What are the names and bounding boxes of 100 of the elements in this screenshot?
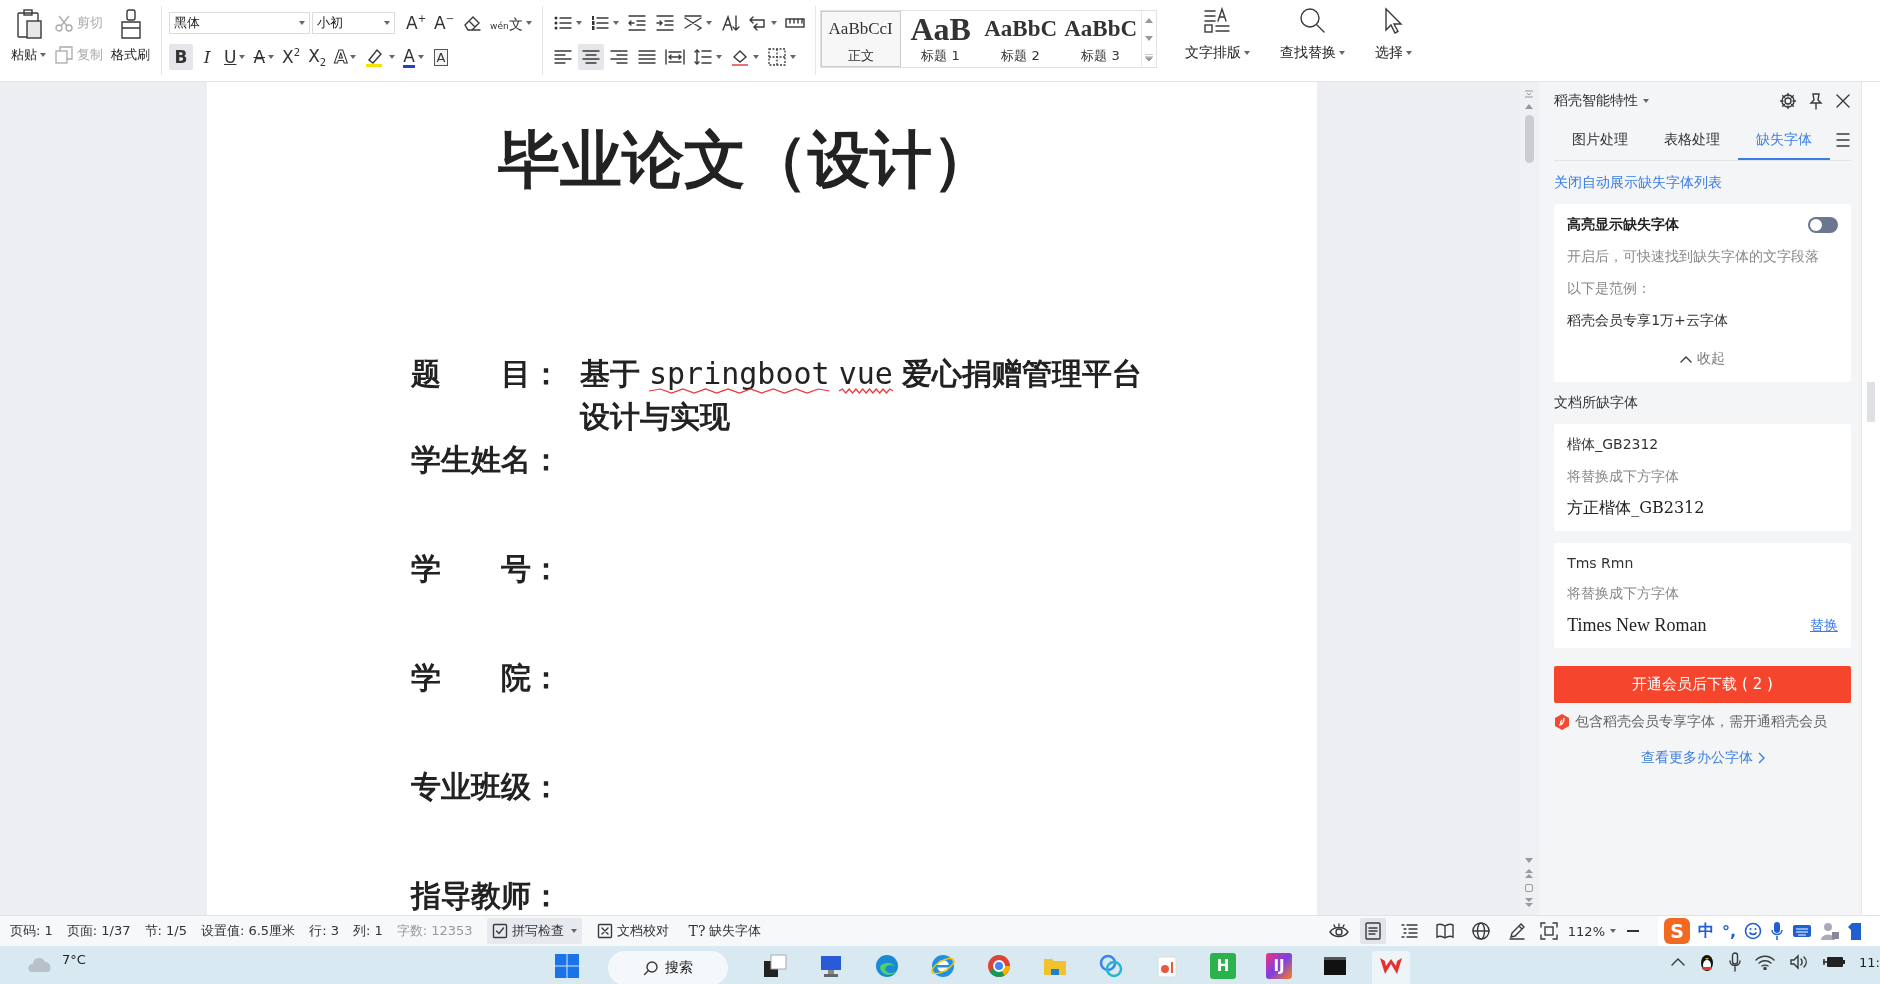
field-label: 题 目： (411, 355, 562, 393)
scroll-up-icon (1525, 104, 1534, 109)
status-info: 列: 1 (352, 922, 383, 940)
select-button[interactable]: 选择 (1370, 4, 1416, 77)
scrollbar-thumb[interactable] (1524, 115, 1534, 163)
document-title: 毕业论文（设计） (497, 122, 995, 198)
color-button[interactable]: A (400, 44, 427, 70)
zoom-dropdown[interactable]: 112% (1567, 923, 1616, 939)
ime-punctuation[interactable]: °, (1722, 921, 1737, 941)
close-icon (1835, 93, 1851, 109)
grow-button[interactable]: A$^{+}$ (403, 10, 430, 36)
underline-button[interactable]: U (221, 44, 249, 70)
section-heading: 文档所缺字体 (1554, 394, 1640, 412)
panel-title-dropdown[interactable]: 稻壳智能特性 (1554, 92, 1650, 110)
download-button[interactable]: 开通会员后下载 ( 2 ) (1554, 666, 1851, 703)
scrollbar-thumb[interactable] (1867, 382, 1875, 422)
scroll-down-icon (1525, 858, 1534, 863)
app-badge: H (1210, 953, 1236, 979)
style-preset[interactable]: AaBbC 标题 2 (980, 11, 1061, 67)
distribute-icon (664, 47, 685, 67)
format-painter-button[interactable]: 格式刷 (107, 6, 154, 75)
italic-button[interactable]: I (195, 44, 219, 70)
weather-temperature: 7°C (62, 952, 86, 967)
copy-icon (54, 46, 74, 64)
settings-icon (1779, 92, 1797, 110)
monitor-icon (818, 953, 844, 979)
taskbar-search[interactable]: 搜索 (608, 951, 728, 984)
pinyin-button[interactable]: wén文 (487, 10, 535, 36)
status-info: 行: 3 (309, 922, 339, 940)
replacement-font: Times New Roman (1567, 615, 1707, 636)
caret-icon (1643, 99, 1650, 103)
align-center-icon (580, 47, 601, 67)
example-label: 以下是范例： (1567, 280, 1653, 298)
ime-mode[interactable]: 中 (1698, 920, 1714, 942)
edge-browser-icon (874, 953, 900, 979)
hexagon-leaf-icon (1554, 713, 1571, 731)
previous-page-icon (1525, 869, 1534, 878)
text-layout-button[interactable]: 文字排版 (1180, 4, 1254, 77)
paste-button[interactable]: 粘贴 (7, 6, 50, 75)
align-center-button[interactable] (577, 44, 604, 70)
chrome-browser-icon (986, 953, 1012, 979)
windows-icon (554, 953, 580, 979)
panel-tab[interactable]: 缺失字体 (1738, 122, 1831, 160)
setting-description: 开启后，可快速找到缺失字体的文字段落 (1567, 248, 1821, 266)
style-preset[interactable]: AaBbCcI 正文 (820, 11, 901, 67)
caret-icon (1610, 929, 1616, 933)
caret-icon (299, 21, 305, 25)
status-info: 节: 1/5 (144, 922, 187, 940)
field-label: 指导教师： (411, 877, 562, 915)
scroll-down-icon (1144, 35, 1153, 41)
chevron-up-icon (1671, 957, 1686, 967)
speaker-icon (1789, 954, 1810, 970)
more-fonts-link[interactable]: 查看更多办公字体 (1640, 749, 1765, 767)
missing-font-button[interactable]: T? 缺失字体 (683, 918, 767, 944)
field-label: 学 号： (411, 550, 562, 588)
collapse-button[interactable]: 收起 (1680, 350, 1726, 368)
find-button[interactable]: 查找替换 (1275, 4, 1349, 77)
font-name-dropdown[interactable]: 黑体 (169, 12, 310, 34)
font-size-dropdown[interactable]: 小初 (312, 12, 395, 34)
style-preset[interactable]: AaB 标题 1 (900, 11, 981, 67)
search-icon (643, 960, 659, 976)
style-preset[interactable]: AaBbC 标题 3 (1060, 11, 1141, 67)
wifi-icon (1755, 954, 1776, 970)
align-left-icon (552, 47, 573, 67)
app-badge: IJ (1266, 953, 1292, 979)
auto-show-link[interactable]: 关闭自动展示缺失字体列表 (1554, 174, 1851, 192)
toggle-switch[interactable] (1808, 217, 1838, 233)
check-box-icon (491, 923, 508, 939)
panel-tab[interactable]: 图片处理 (1554, 122, 1647, 160)
next-page-icon (1525, 898, 1534, 907)
bold-button[interactable]: B (169, 44, 193, 70)
field-value: 设计与实现 (580, 398, 731, 436)
proofread-button[interactable]: 文档校对 (591, 918, 674, 944)
setting-title: 高亮显示缺失字体 (1567, 216, 1680, 234)
person-icon (1820, 921, 1841, 941)
outline-button[interactable]: A (331, 44, 360, 70)
align-right-icon (608, 47, 629, 67)
boxed-button[interactable]: A (428, 44, 453, 70)
superscript-button[interactable]: X$^{2}$ (279, 44, 304, 70)
shrink-button[interactable]: A$^{−}$ (431, 10, 458, 36)
page-view-button[interactable] (1359, 918, 1386, 944)
caret-icon (384, 21, 390, 25)
pen-icon (1506, 921, 1527, 941)
subscript-button[interactable]: X$_{2}$ (305, 44, 330, 70)
justify-icon (636, 47, 657, 67)
replace-link[interactable]: 替换 (1810, 616, 1838, 635)
battery-icon (1823, 955, 1846, 969)
spellcheck-button[interactable]: 拼写检查 (486, 918, 582, 944)
globe-icon (1470, 921, 1491, 941)
taskbar-app[interactable]: IJ (1260, 951, 1298, 984)
panel-tab[interactable]: 表格处理 (1646, 122, 1739, 160)
status-info: 页面: 1/37 (66, 922, 131, 940)
text-layout-icon (1202, 6, 1233, 36)
decrease-indent-icon (626, 13, 647, 33)
strike-button[interactable]: A (250, 44, 278, 70)
expand-icon (1144, 53, 1153, 61)
replace-hint: 将替换成下方字体 (1567, 468, 1681, 486)
clock-time: 11: (1859, 954, 1880, 970)
crossed-arrows-icon (682, 13, 703, 33)
microphone-icon (1729, 952, 1742, 972)
